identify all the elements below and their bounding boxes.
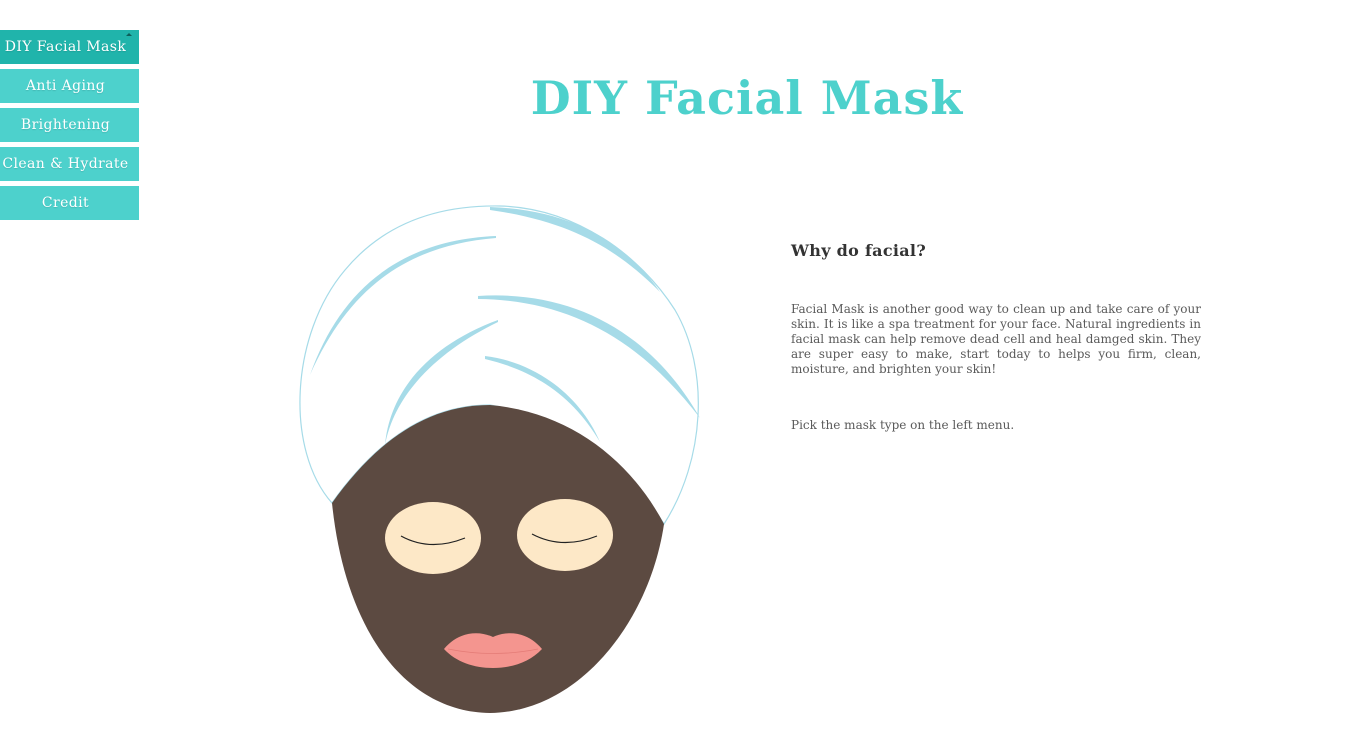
menu-item-credit[interactable]: Credit xyxy=(0,186,139,220)
menu-item-label: Brightening xyxy=(20,117,111,133)
menu-item-label: Clean & Hydrate xyxy=(2,156,129,172)
info-heading: Why do facial? xyxy=(791,241,926,260)
cucumber-slice-left xyxy=(385,502,481,574)
cucumber-slice-right xyxy=(517,499,613,571)
menu-item-label: DIY Facial Mask xyxy=(4,39,127,55)
page-title: DIY Facial Mask xyxy=(530,71,964,125)
menu-item-diy-facial-mask[interactable]: DIY Facial Mask xyxy=(0,30,139,64)
face-mask-illustration xyxy=(299,205,700,713)
menu-item-clean-hydrate[interactable]: Clean & Hydrate xyxy=(0,147,139,181)
info-hint: Pick the mask type on the left menu. xyxy=(791,418,1015,432)
menu-item-label: Credit xyxy=(41,195,90,211)
info-body: Facial Mask is another good way to clean… xyxy=(791,302,1201,376)
info-section: Why do facial? Facial Mask is another go… xyxy=(791,238,1201,433)
side-menu: DIY Facial Mask Anti Aging Brightening C… xyxy=(0,30,139,225)
caret-up-icon xyxy=(126,33,132,36)
menu-item-label: Anti Aging xyxy=(25,78,106,94)
menu-item-brightening[interactable]: Brightening xyxy=(0,108,139,142)
menu-item-anti-aging[interactable]: Anti Aging xyxy=(0,69,139,103)
